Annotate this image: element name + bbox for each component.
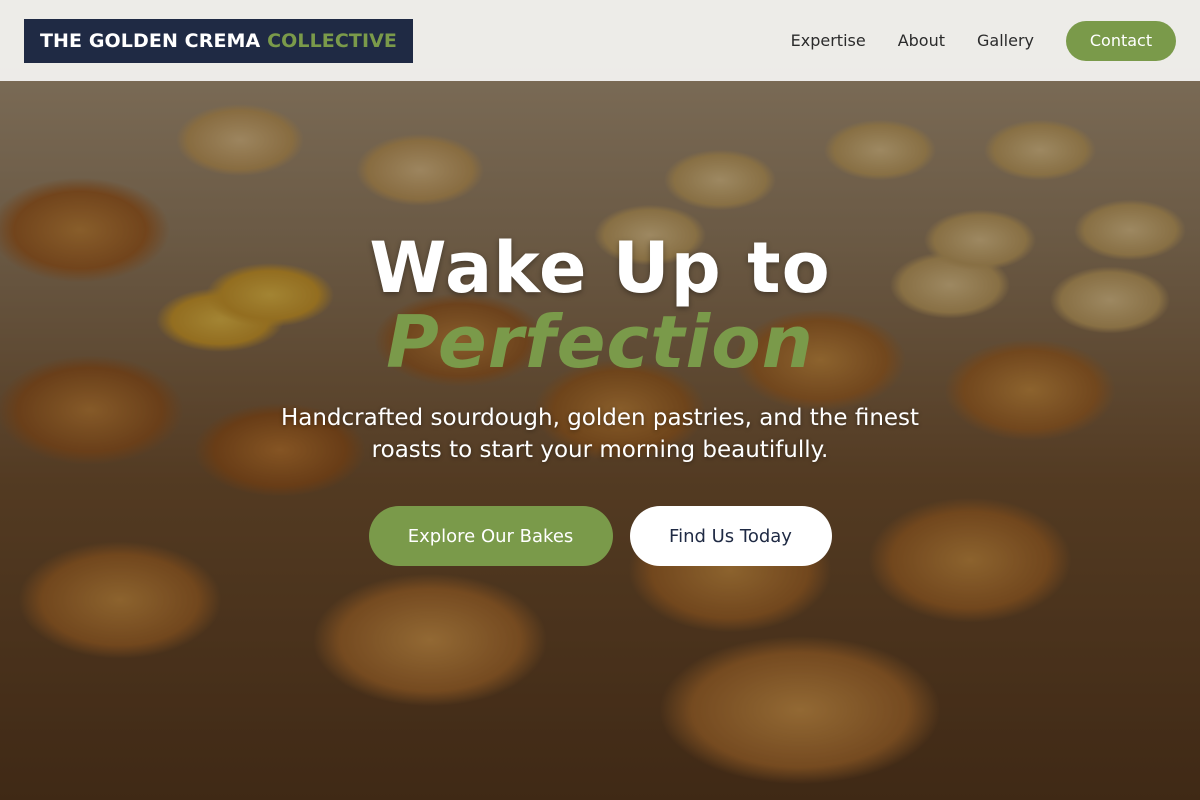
hero-headline: Wake Up to	[369, 227, 831, 309]
explore-bakes-button[interactable]: Explore Our Bakes	[368, 506, 613, 566]
hero-headline-accent: Perfection	[386, 300, 814, 384]
find-us-button[interactable]: Find Us Today	[629, 506, 832, 566]
landing-page: THE GOLDEN CREMA COLLECTIVE Expertise Ab…	[0, 0, 1200, 800]
hero-section: Wake Up to Perfection Handcrafted sourdo…	[0, 0, 1200, 800]
hero-cta-row: Explore Our Bakes Find Us Today	[0, 506, 1200, 566]
hero-subtitle: Handcrafted sourdough, golden pastries, …	[280, 405, 920, 463]
